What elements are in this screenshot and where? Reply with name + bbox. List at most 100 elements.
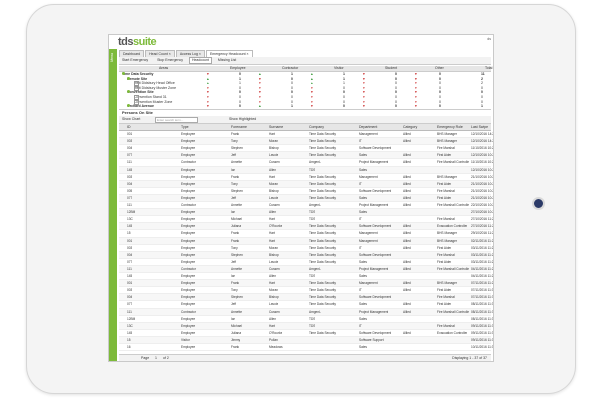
table-row[interactable]: 13C Employee Michael Hart TDS IT Fire Marshall… xyxy=(119,322,493,330)
header-user[interactable]: ds xyxy=(487,37,491,41)
home-button[interactable] xyxy=(532,197,545,210)
table-cell: 03/11/2016 11:27 xyxy=(471,252,493,257)
page-input[interactable]: 1 xyxy=(155,355,157,361)
table-cell: 07/11/2016 11:31 xyxy=(471,295,493,300)
table-row[interactable]: 12BM Employee Ian Allen TDS Sales 08/11/2016 1… xyxy=(119,316,493,323)
table-row[interactable]: 003 Employee Tony Moran Time Data Security IT… xyxy=(119,287,493,295)
toolbar-button-3[interactable]: Missing List xyxy=(215,57,239,64)
table-row[interactable]: 13C Employee Michael Hart TDS IT Fire Marshall… xyxy=(119,216,493,224)
table-row[interactable]: 001 Employee Frank Hart Time Data Security Ma… xyxy=(119,280,493,288)
table-row[interactable]: 145 Employee Ian Allen TDS Sales 12/10/2016 10… xyxy=(119,166,493,174)
table-row[interactable]: 004 Employee Tony Moran Time Data Security IT… xyxy=(119,180,493,188)
table-cell: BHS Manager xyxy=(437,139,458,144)
tab-0[interactable]: Dashboard xyxy=(119,50,145,57)
grid-col-8[interactable]: Last Swipe xyxy=(471,124,488,130)
table-cell: Frank xyxy=(231,281,240,286)
grid-col-6[interactable]: Category xyxy=(403,124,417,130)
grid-col-1[interactable]: Type xyxy=(181,124,189,130)
table-cell: Moran xyxy=(269,181,279,186)
table-cell: Fire Marshall xyxy=(437,252,456,257)
table-cell: 12/10/2016 14:21 xyxy=(471,132,493,136)
table-cell: 004 xyxy=(127,181,133,186)
table-row[interactable]: 12BM Employee Ian Allen TDS Sales 27/10/2016 1… xyxy=(119,209,493,217)
table-cell: Employee xyxy=(181,302,196,307)
table-row[interactable]: 111 Contractor Annette Cussen AmgenL Project … xyxy=(119,202,493,210)
table-row[interactable]: 111 Contractor Annette Cussen AmgenL Project … xyxy=(119,308,493,316)
toolbar-button-1[interactable]: Stop Emergency xyxy=(154,57,186,64)
table-cell: Allied xyxy=(403,195,411,200)
table-cell: TDS xyxy=(309,210,316,215)
summary-area-name: Time Data Security xyxy=(122,72,154,76)
table-row[interactable]: 003 Employee Tony Moran Time Data Security IT… xyxy=(119,138,493,146)
show-chart-button[interactable]: Show Chart xyxy=(122,117,140,122)
table-cell: Allied xyxy=(403,309,411,314)
table-row[interactable]: 145 Employee Juliana O'Rourke Time Data Secu… xyxy=(119,330,493,337)
toolbar-button-2[interactable]: Headcount xyxy=(188,57,212,64)
table-row[interactable]: 111 Contractor Annette Cussen AmgenL Project … xyxy=(119,159,493,167)
table-row[interactable]: 003 Employee Frank Hart Time Data Security Ma… xyxy=(119,174,493,181)
table-row[interactable]: 001 Employee Frank Hart Time Data Security Ma… xyxy=(119,131,493,139)
table-cell: Employee xyxy=(181,323,196,328)
table-row[interactable]: 005 Employee Stephen Bishop Time Data Securi… xyxy=(119,188,493,195)
show-highlighted-button[interactable]: Show Highlighted xyxy=(229,117,256,122)
table-row[interactable]: 004 Employee Stephen Bishop Time Data Securi… xyxy=(119,294,493,302)
table-cell: 111 xyxy=(127,203,132,207)
table-row[interactable]: 077 Employee Jeff Lavoie Time Data Security S… xyxy=(119,194,493,203)
app-header: tdssuite ds xyxy=(109,35,493,49)
table-row[interactable]: 004 Employee Stephen Bishop Time Data Securi… xyxy=(119,145,493,153)
table-cell: Management xyxy=(359,238,378,243)
table-cell: 03/11/2016 11:28 xyxy=(471,259,493,264)
tab-1[interactable]: Head Count × xyxy=(145,50,175,57)
tab-2[interactable]: Access Log × xyxy=(175,50,205,57)
table-row[interactable]: 004 Employee Stephen Bishop Time Data Securi… xyxy=(119,251,493,259)
table-cell: 003 xyxy=(127,174,133,179)
table-cell: Fire Marshall Controller xyxy=(437,160,469,165)
table-cell: Management xyxy=(359,132,378,136)
table-cell: Moran xyxy=(269,288,279,293)
table-cell: Ian xyxy=(231,316,236,321)
table-cell: First Aider xyxy=(437,195,452,200)
table-row[interactable]: 145 Employee Ian Allen TDS Sales 04/11/2016 11… xyxy=(119,273,493,281)
sidebar-menu[interactable]: Menu xyxy=(109,49,117,361)
table-row[interactable]: 003 Employee Tony Moran Time Data Security IT… xyxy=(119,245,493,252)
table-cell: Software Support xyxy=(359,337,384,342)
table-cell: Employee xyxy=(181,330,196,335)
toolbar-button-0[interactable]: Start Emergency xyxy=(119,57,151,64)
table-cell: Sales xyxy=(359,153,367,158)
app-screen: tdssuite ds Menu Dashboard Head Count × Ac… xyxy=(108,34,494,362)
summary-col-2: Contractor xyxy=(282,66,299,70)
pager: Page 1 of 2 Displaying 1 - 37 of 37 xyxy=(119,354,491,361)
table-row[interactable]: 145 Employee Juliana O'Rourke Time Data Secu… xyxy=(119,223,493,231)
table-row[interactable]: 077 Employee Jeff Lavoie Time Data Security S… xyxy=(119,259,493,266)
grid-col-2[interactable]: Forename xyxy=(231,124,247,130)
table-row[interactable]: 077 Employee Jeff Lavoie Time Data Security S… xyxy=(119,301,493,309)
table-cell: Cussen xyxy=(269,160,280,165)
table-row[interactable]: 077 Employee Jeff Lavoie Time Data Security S… xyxy=(119,152,493,160)
table-cell: 145 xyxy=(127,330,133,335)
table-cell: 29/10/2016 11:26 xyxy=(471,231,493,236)
grid-col-5[interactable]: Department xyxy=(359,124,377,130)
grid-col-4[interactable]: Company xyxy=(309,124,324,130)
table-row[interactable]: 001 Employee Frank Hart Time Data Security Ma… xyxy=(119,237,493,245)
table-cell: 11/10/2016 10:22 xyxy=(471,146,493,151)
grid-col-0[interactable]: ID xyxy=(127,124,131,130)
table-cell: 21/10/2016 10:27 xyxy=(471,188,493,193)
area-status-icon xyxy=(122,72,125,75)
table-cell: Allied xyxy=(403,174,411,179)
table-cell: 004 xyxy=(127,146,133,151)
table-row[interactable]: 111 Contractor Annette Cussen AmgenL Project … xyxy=(119,265,493,274)
table-cell: Visitor xyxy=(181,337,190,342)
search-input[interactable]: Enter search term... xyxy=(155,117,198,123)
table-row[interactable]: 15 Employee Frank Hart Time Data Security Man… xyxy=(119,230,493,238)
table-cell: Frank xyxy=(231,231,240,236)
table-row[interactable]: 16 Employee Frank Meadows Sales 10/11/2016 11… xyxy=(119,344,493,352)
table-cell: Software Development xyxy=(359,188,392,193)
grid-col-7[interactable]: Emergency Role xyxy=(437,124,463,130)
emergency-toolbar: Start Emergency Stop Emergency Headcount Mi… xyxy=(119,57,491,65)
tab-3[interactable]: Emergency Headcount × xyxy=(205,50,253,57)
grid-col-3[interactable]: Surname xyxy=(269,124,283,130)
table-cell: 15 xyxy=(127,231,131,236)
table-cell: Allied xyxy=(403,139,411,144)
table-row[interactable]: 15 Visitor Jimmy Pullan Software Support 09/1… xyxy=(119,336,493,345)
table-cell: Employee xyxy=(181,174,196,179)
